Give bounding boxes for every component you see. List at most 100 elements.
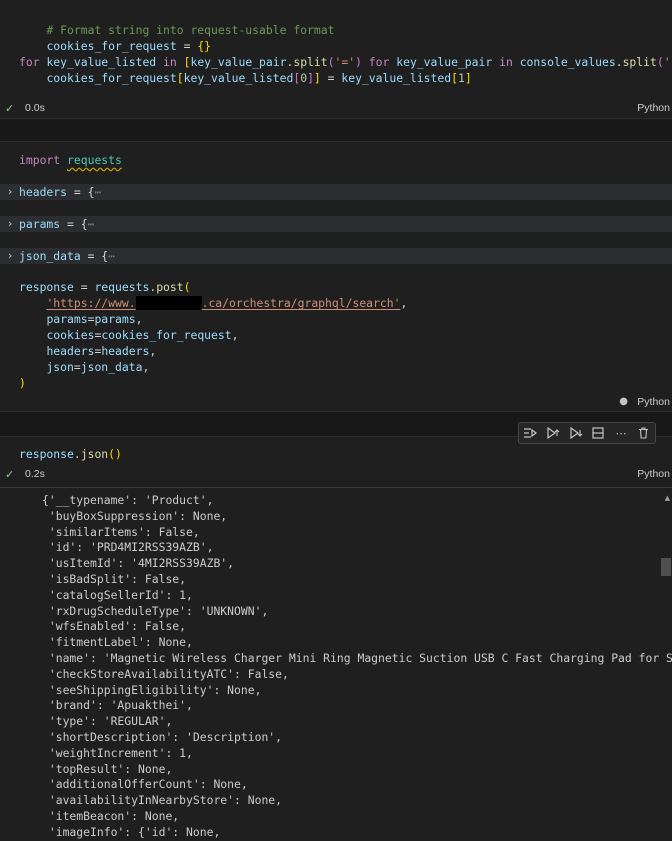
url-string: 'https://www. .ca/orchestra/graphql/searc… <box>46 296 400 310</box>
output-line: 'availabilityInNearbyStore': None, <box>42 793 283 808</box>
chevron-right-icon[interactable]: › <box>8 216 12 232</box>
function: json <box>80 447 109 461</box>
chevron-right-icon[interactable]: › <box>8 248 12 264</box>
variable: key_value_listed <box>183 71 294 85</box>
kernel-language[interactable]: Python <box>637 468 670 480</box>
kwarg-value: headers <box>101 344 150 358</box>
output-line: 'id': 'PRD4MI2RSS39AZB', <box>42 540 214 555</box>
output-line: {'__typename': 'Product', <box>42 493 214 507</box>
code-line: cookies_for_request[key_value_listed[0]]… <box>46 71 472 85</box>
keyword: in <box>499 55 513 69</box>
output-line: 'fitmentLabel': None, <box>42 635 193 650</box>
folded-region[interactable]: › json_data = {⋯ <box>0 248 672 264</box>
output-line: 'similarItems': False, <box>42 524 200 539</box>
variable: key_value_pair <box>190 55 287 69</box>
keyword: for <box>19 55 40 69</box>
redacted-block <box>135 296 202 310</box>
variable: console_values <box>519 55 616 69</box>
function: post <box>156 280 184 294</box>
paren: ) <box>19 376 26 390</box>
kwarg: params <box>46 312 88 326</box>
code-cell-1[interactable]: # Format string into request-usable form… <box>0 0 672 118</box>
variable: response <box>19 447 74 461</box>
function: split <box>622 55 657 69</box>
output-line: 'wfsEnabled': False, <box>42 619 187 634</box>
code-line: params=params, <box>46 312 143 326</box>
code-line: for key_value_listed in [key_value_pair.… <box>19 54 672 70</box>
kwarg-value: params <box>94 312 136 326</box>
folded-region[interactable]: › headers = {⋯ <box>0 184 672 200</box>
code-line: response = requests.post( <box>19 280 191 294</box>
parens: () <box>108 447 122 461</box>
code-cell-3[interactable]: response.json() <box>0 438 672 466</box>
string: '=' <box>334 55 356 69</box>
fold-suffix: = { <box>73 185 95 199</box>
output-line: 'type': 'REGULAR', <box>42 714 173 729</box>
cell-separator <box>0 118 672 142</box>
folded-region[interactable]: › params = {⋯ <box>0 216 672 232</box>
scroll-up-icon[interactable]: ▲ <box>665 494 670 502</box>
code-line: import requests <box>19 152 122 168</box>
execution-time: 0.2s <box>25 468 45 480</box>
variable: cookies_for_request <box>46 71 177 85</box>
variable: key_value_listed <box>46 55 157 69</box>
url-end: .ca/orchestra/graphql/search' <box>201 296 401 310</box>
output-line: 'shortDescription': 'Description', <box>42 730 283 744</box>
string: ';' <box>663 55 672 69</box>
output-line: 'additionalOfferCount': None, <box>42 777 248 792</box>
code-line: cookies_for_request = {} <box>19 22 211 53</box>
code-line: json_data = {⋯ <box>19 248 115 264</box>
variable: params <box>19 217 61 231</box>
output-scrollbar[interactable]: ▲ <box>660 490 672 833</box>
output-line: 'isBadSplit': False, <box>42 572 187 586</box>
check-icon: ✓ <box>5 468 15 481</box>
output-line: 'weightIncrement': 1, <box>42 745 193 760</box>
fold-suffix: = { <box>87 249 109 263</box>
variable: response <box>19 280 74 294</box>
cell-status-1: ✓ 0.0s Python <box>0 102 672 118</box>
variable: key_value_listed <box>341 71 452 85</box>
keyword: for <box>368 55 390 69</box>
chevron-right-icon[interactable]: › <box>8 184 12 200</box>
output-line: 'brand': 'Apuakthei', <box>42 698 193 713</box>
ellipsis-icon[interactable]: ⋯ <box>94 185 101 199</box>
paren: ) <box>355 55 362 69</box>
kernel-language[interactable]: Python <box>637 102 670 114</box>
code-line: response.json() <box>19 447 122 461</box>
cell-status-3: ✓ 0.2s Python <box>0 468 672 484</box>
output-line: 'buyBoxSuppression': None, <box>42 508 228 523</box>
module-name: requests <box>67 153 122 167</box>
check-icon: ✓ <box>5 102 15 115</box>
kwarg: headers <box>46 344 95 358</box>
code-line: # Format string into request-usable form… <box>19 6 334 37</box>
paren: ( <box>327 55 335 69</box>
code-cell-2[interactable]: import requests › headers = {⋯ › params … <box>0 142 672 410</box>
kernel-language[interactable]: Python <box>637 396 670 408</box>
braces: {} <box>197 39 212 53</box>
output-line: 'usItemId': '4MI2RSS39AZB', <box>42 556 235 571</box>
fold-suffix: = { <box>67 217 88 231</box>
function: split <box>293 55 328 69</box>
output-line: 'name': 'Magnetic Wireless Charger Mini … <box>42 651 672 665</box>
ellipsis-icon[interactable]: ⋯ <box>88 217 95 231</box>
operator: = <box>176 39 198 53</box>
variable: headers <box>19 185 68 199</box>
output-line: 'seeShippingEligibility': None, <box>42 682 262 697</box>
cell-output[interactable]: {'__typename': 'Product', 'buyBoxSuppres… <box>0 490 672 839</box>
variable: cookies_for_request <box>46 39 177 53</box>
code-line: ) <box>19 375 26 391</box>
output-divider <box>0 487 672 488</box>
scrollbar-thumb[interactable] <box>661 558 671 576</box>
output-line: 'itemBeacon': None, <box>42 809 180 823</box>
execution-time: 0.0s <box>25 102 45 114</box>
pending-icon: ● <box>619 396 628 407</box>
output-line: 'catalogSellerId': 1, <box>42 587 193 602</box>
number: 1 <box>457 71 465 85</box>
kwarg: cookies <box>46 328 95 342</box>
code-line: params = {⋯ <box>19 216 94 232</box>
ellipsis-icon[interactable]: ⋯ <box>108 249 115 263</box>
variable: key_value_pair <box>396 55 493 69</box>
output-line: 'checkStoreAvailabilityATC': False, <box>42 666 289 681</box>
keyword: import <box>19 153 61 167</box>
kwarg: json <box>46 360 74 374</box>
